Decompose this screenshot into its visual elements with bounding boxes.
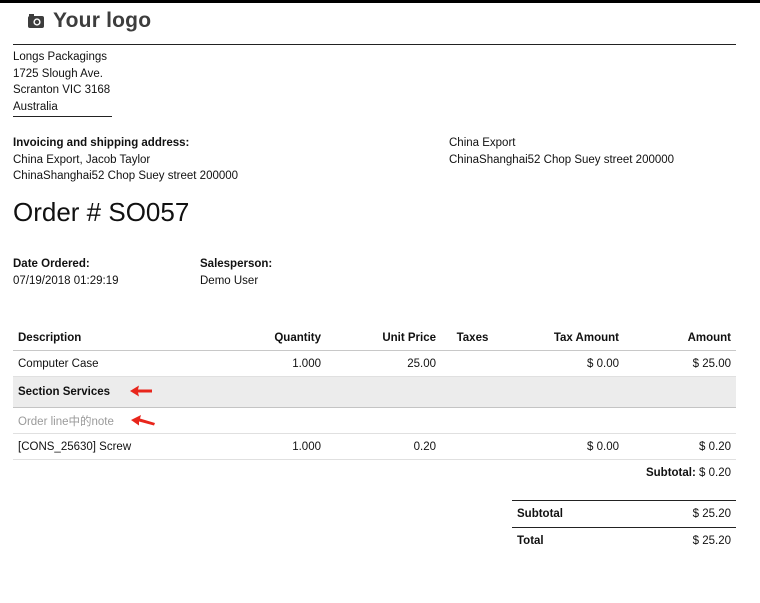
order-lines-table: Description Quantity Unit Price Taxes Ta… xyxy=(13,325,736,485)
line-quantity: 1.000 xyxy=(251,433,326,460)
arrow-left-icon xyxy=(130,385,152,397)
invoicing-street: ChinaShanghai52 Chop Suey street 200000 xyxy=(13,170,239,182)
customer-street: ChinaShanghai52 Chop Suey street 200000 xyxy=(449,153,675,166)
header-divider xyxy=(13,44,736,45)
note-text: Order line中的note xyxy=(18,415,114,428)
col-quantity: Quantity xyxy=(251,325,326,351)
company-logo: Your logo xyxy=(27,9,151,33)
date-ordered-label: Date Ordered: xyxy=(13,258,90,270)
date-ordered: Date Ordered: 07/19/2018 01:29:19 xyxy=(13,256,119,289)
invoicing-heading: Invoicing and shipping address: xyxy=(13,137,190,149)
company-name: Longs Packagings xyxy=(13,51,107,63)
section-subtotal-value: $ 0.20 xyxy=(699,466,731,479)
salesperson: Salesperson: Demo User xyxy=(200,256,272,289)
invoicing-name: China Export, Jacob Taylor xyxy=(13,153,151,166)
company-address: Longs Packagings 1725 Slough Ave. Scrant… xyxy=(13,49,112,117)
totals-total-row: Total $ 25.20 xyxy=(512,527,736,554)
col-amount: Amount xyxy=(624,325,736,351)
table-row: Computer Case 1.000 25.00 $ 0.00 $ 25.00 xyxy=(13,350,736,377)
section-subtotal-label: Subtotal: xyxy=(645,466,696,479)
line-description: Computer Case xyxy=(13,350,251,377)
customer-address: China Export ChinaShanghai52 Chop Suey s… xyxy=(449,135,674,168)
line-description: [CONS_25630] Screw xyxy=(13,433,251,460)
salesperson-label: Salesperson: xyxy=(200,258,273,270)
arrow-left-icon xyxy=(131,415,155,426)
top-border xyxy=(0,0,760,3)
salesperson-value: Demo User xyxy=(200,274,259,287)
line-taxes xyxy=(441,433,504,460)
line-amount: $ 0.20 xyxy=(624,433,736,460)
invoicing-address: Invoicing and shipping address: China Ex… xyxy=(13,135,238,185)
line-amount: $ 25.00 xyxy=(624,350,736,377)
table-header-row: Description Quantity Unit Price Taxes Ta… xyxy=(13,325,736,351)
logo-text: Your logo xyxy=(53,9,152,32)
col-taxes: Taxes xyxy=(441,325,504,351)
totals-table: Subtotal $ 25.20 Total $ 25.20 xyxy=(512,500,736,554)
line-quantity: 1.000 xyxy=(251,350,326,377)
customer-name: China Export xyxy=(449,137,516,149)
table-row: [CONS_25630] Screw 1.000 0.20 $ 0.00 $ 0… xyxy=(13,433,736,460)
camera-icon xyxy=(28,14,44,28)
company-country: Australia xyxy=(13,99,112,117)
section-row: Section Services xyxy=(13,376,736,408)
section-label: Section Services xyxy=(18,386,111,398)
col-description: Description xyxy=(13,325,251,351)
order-title: Order # SO057 xyxy=(13,197,190,227)
company-city: Scranton VIC 3168 xyxy=(13,84,111,96)
line-tax-amount: $ 0.00 xyxy=(504,433,624,460)
section-subtotal-row: Subtotal: $ 0.20 xyxy=(13,460,736,486)
totals-subtotal-value: $ 25.20 xyxy=(632,500,736,528)
line-unit-price: 0.20 xyxy=(326,433,441,460)
totals-total-label: Total xyxy=(512,527,633,554)
totals-subtotal-row: Subtotal $ 25.20 xyxy=(512,500,736,528)
col-tax-amount: Tax Amount xyxy=(504,325,624,351)
totals-total-value: $ 25.20 xyxy=(632,527,736,554)
line-unit-price: 25.00 xyxy=(326,350,441,377)
line-tax-amount: $ 0.00 xyxy=(504,350,624,377)
date-ordered-value: 07/19/2018 01:29:19 xyxy=(13,274,119,287)
line-taxes xyxy=(441,350,504,377)
company-street: 1725 Slough Ave. xyxy=(13,67,103,80)
totals-subtotal-label: Subtotal xyxy=(512,500,633,528)
note-row: Order line中的note xyxy=(13,407,736,434)
col-unit-price: Unit Price xyxy=(326,325,441,351)
